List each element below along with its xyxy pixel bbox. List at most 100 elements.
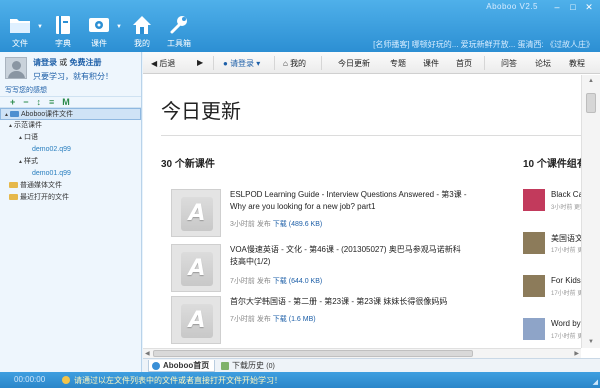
group-name[interactable]: For Kids xyxy=(551,276,581,285)
toolbar-toolbox-button[interactable]: 工具箱 xyxy=(162,14,196,49)
tree-item-demo02[interactable]: demo02.q99 xyxy=(0,144,141,156)
avatar[interactable] xyxy=(5,57,27,79)
scroll-left-icon[interactable]: ◀ xyxy=(145,350,150,357)
group-thumbnail[interactable] xyxy=(523,189,545,211)
download-link[interactable]: 下载 (489.6 KB) xyxy=(273,221,322,228)
write-feelings-link[interactable]: 写写您的感想 xyxy=(5,85,47,95)
status-bar: 00:00:00 请通过以左文件列表中的文件或者直接打开文件开始学习！ ◢ xyxy=(0,372,600,388)
course-group-item[interactable]: 美国语文M 17小时前 更新 xyxy=(523,232,581,254)
course-group-item[interactable]: For Kids 17小时前 更新 xyxy=(523,275,581,297)
nav-login-button[interactable]: ● 请登录 ▾ xyxy=(223,58,260,69)
scrollbar-thumb[interactable] xyxy=(586,93,596,113)
download-link[interactable]: 下载 (644.0 KB) xyxy=(273,278,322,285)
tree-item-label: 样式 xyxy=(24,158,38,165)
tab-aboboo-home[interactable]: Aboboo首页 xyxy=(148,360,216,372)
nav-link-topics[interactable]: 专题 xyxy=(390,58,406,69)
close-icon[interactable]: ✕ xyxy=(582,2,596,13)
course-title[interactable]: ESLPOD Learning Guide - Interview Questi… xyxy=(230,189,468,213)
group-time: 17小时前 更新 xyxy=(551,248,581,254)
course-group-item[interactable]: Word by W 17小时前 更新 xyxy=(523,318,581,340)
main-toolbar: Aboboo V2.5 – □ ✕ 文件 ▼ 字典 课件 ▼ 我的 工具箱 [名… xyxy=(0,0,600,52)
course-thumbnail[interactable]: A xyxy=(171,296,221,344)
app-title: Aboboo V2.5 xyxy=(486,2,538,11)
tree-item-aboboo-files[interactable]: ▲ Aboboo课件文件 xyxy=(0,108,141,120)
download-link[interactable]: 下载 (1.6 MB) xyxy=(273,316,316,323)
toolbar-dictionary-button[interactable]: 字典 xyxy=(46,14,80,49)
group-thumbnail[interactable] xyxy=(523,318,545,340)
new-courses-header: 30 个新课件 xyxy=(161,159,215,170)
chevron-down-icon[interactable]: ▼ xyxy=(37,24,43,30)
list-icon[interactable]: ≡ xyxy=(49,97,54,107)
course-title[interactable]: VOA慢速英语 - 文化 - 第46课 - (201305027) 奥巴马参观马… xyxy=(230,244,468,268)
home-icon xyxy=(133,16,151,34)
add-icon[interactable]: + xyxy=(10,97,15,107)
login-link[interactable]: 请登录 xyxy=(33,58,57,67)
nav-link-tutorial[interactable]: 教程 xyxy=(569,58,585,69)
nav-mine-button[interactable]: ⌂ 我的 xyxy=(283,58,306,69)
toolbar-courseware-label: 课件 xyxy=(91,39,107,48)
course-title[interactable]: 首尔大学韩国语 - 第二册 - 第23课 - 第23课 妹妹长得很像妈妈 xyxy=(230,296,468,308)
sort-icon[interactable]: ↕ xyxy=(37,97,42,107)
course-group-item[interactable]: Black Cat 3小时前 更新 xyxy=(523,189,581,211)
toolbar-courseware-button[interactable]: 课件 ▼ xyxy=(82,14,122,49)
points-hint: 只要学习，就有积分！ xyxy=(33,72,113,81)
tree-item-speaking[interactable]: ▲口语 xyxy=(0,132,141,144)
course-thumbnail[interactable]: A xyxy=(171,189,221,237)
horizontal-scrollbar[interactable]: ◀ ▶ xyxy=(143,348,581,358)
nav-link-qa[interactable]: 问答 xyxy=(501,58,517,69)
remove-icon[interactable]: − xyxy=(23,97,28,107)
course-meta: 7小时前 发布 下载 (1.6 MB) xyxy=(230,314,316,324)
news-ticker[interactable]: [名师播客] 哪顿好玩的... 爱玩新鲜开放... 蛋清西: 《过故人庄》 xyxy=(373,39,594,50)
resize-grip-icon[interactable]: ◢ xyxy=(593,378,598,386)
group-name[interactable]: Black Cat xyxy=(551,190,581,199)
tab-download-history[interactable]: 下载历史 (0) xyxy=(218,360,280,372)
nav-link-forum[interactable]: 论坛 xyxy=(535,58,551,69)
globe-icon xyxy=(152,362,160,370)
download-icon xyxy=(221,362,229,370)
tree-item-recent-files[interactable]: 最近打开的文件 xyxy=(0,192,141,204)
tree-item-media-files[interactable]: 普通媒体文件 xyxy=(0,180,141,192)
toolbar-file-button[interactable]: 文件 ▼ xyxy=(3,14,43,49)
back-button[interactable]: ◀ 后退 xyxy=(151,58,175,69)
maximize-icon[interactable]: □ xyxy=(566,2,580,13)
vertical-scrollbar[interactable]: ▲ ▼ xyxy=(581,75,600,348)
nav-link-home[interactable]: 首页 xyxy=(456,58,472,69)
scrollbar-thumb[interactable] xyxy=(153,350,473,357)
tree-item-demo01[interactable]: demo01.q99 xyxy=(0,168,141,180)
page-title: 今日更新 xyxy=(161,99,241,123)
group-thumbnail[interactable] xyxy=(523,232,545,254)
tree-item-styles[interactable]: ▲样式 xyxy=(0,156,141,168)
toolbar-dictionary-label: 字典 xyxy=(55,39,71,48)
list-item[interactable]: A ESLPOD Learning Guide - Interview Ques… xyxy=(171,189,467,237)
group-name[interactable]: 美国语文M xyxy=(551,233,581,244)
chevron-down-icon[interactable]: ▼ xyxy=(116,24,122,30)
group-thumbnail[interactable] xyxy=(523,275,545,297)
list-item[interactable]: A VOA慢速英语 - 文化 - 第46课 - (201305027) 奥巴马参… xyxy=(171,244,461,292)
scroll-right-icon[interactable]: ▶ xyxy=(574,350,579,357)
tab-label: Aboboo首页 xyxy=(163,361,210,370)
nav-link-today[interactable]: 今日更新 xyxy=(338,58,370,69)
sidebar-tools: + − ↕ ≡ M xyxy=(0,96,141,108)
toolbar-mine-button[interactable]: 我的 xyxy=(125,14,159,49)
group-name[interactable]: Word by W xyxy=(551,319,581,328)
scroll-up-icon[interactable]: ▲ xyxy=(588,78,594,84)
login-or-text: 或 xyxy=(59,58,68,67)
back-label: 后退 xyxy=(159,59,176,68)
mode-icon[interactable]: M xyxy=(62,97,70,107)
course-thumbnail[interactable]: A xyxy=(171,244,221,292)
status-tip: 请通过以左文件列表中的文件或者直接打开文件开始学习！ xyxy=(74,376,282,385)
tree-item-label: demo02.q99 xyxy=(32,146,71,153)
register-link[interactable]: 免费注册 xyxy=(69,58,101,67)
minimize-icon[interactable]: – xyxy=(550,2,564,13)
nav-mine-label: 我的 xyxy=(290,59,307,68)
toolbar-mine-label: 我的 xyxy=(134,39,150,48)
scroll-down-icon[interactable]: ▼ xyxy=(588,339,594,345)
tab-label: 下载历史 xyxy=(232,361,264,370)
window-controls: – □ ✕ xyxy=(550,2,596,13)
forward-icon[interactable]: ▶ xyxy=(197,58,203,67)
nav-link-courseware[interactable]: 课件 xyxy=(423,58,439,69)
login-box: 请登录 或 免费注册 只要学习，就有积分！ 写写您的感想 xyxy=(0,52,141,96)
list-item[interactable]: A 首尔大学韩国语 - 第二册 - 第23课 - 第23课 妹妹长得很像妈妈 7… xyxy=(171,296,461,344)
tree-item-label: 口语 xyxy=(24,134,38,141)
tree-item-demo-courses[interactable]: ▲示范课件 xyxy=(0,120,141,132)
